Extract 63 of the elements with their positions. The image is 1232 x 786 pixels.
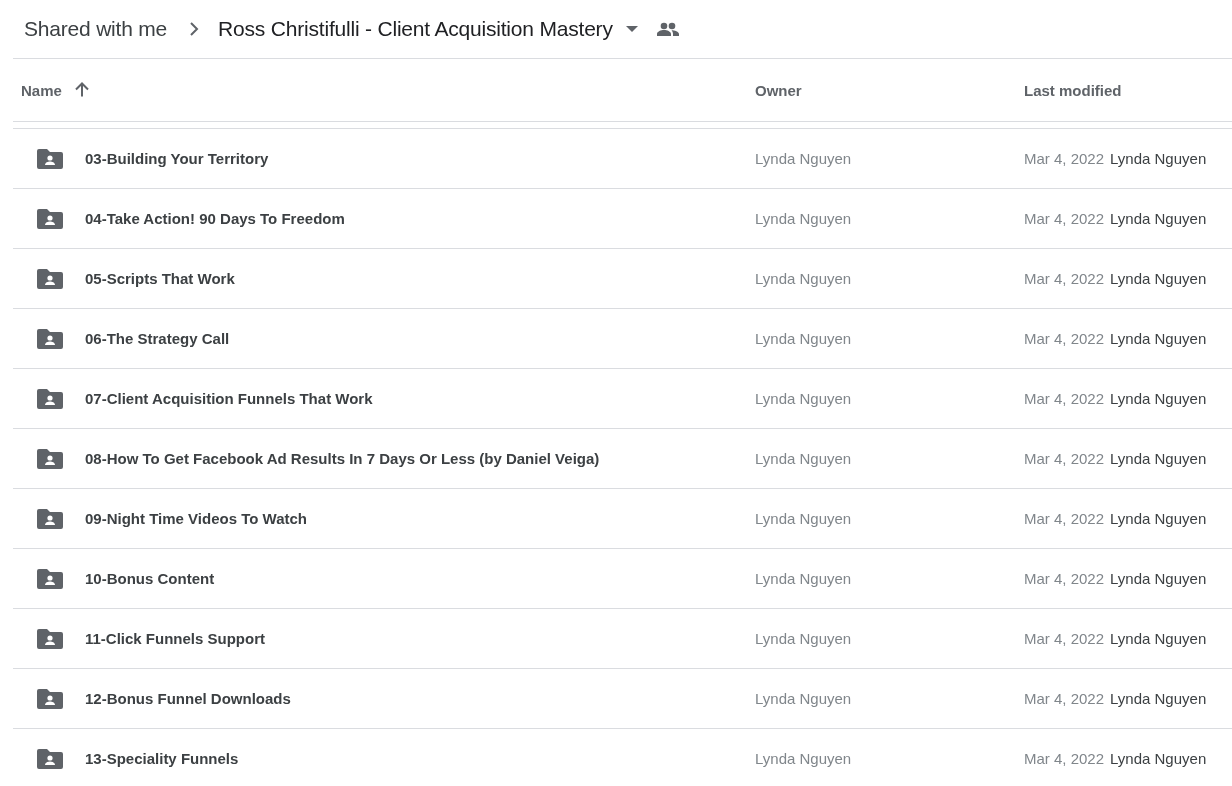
shared-folder-icon: [37, 328, 63, 349]
file-name[interactable]: 08-How To Get Facebook Ad Results In 7 Days Or Less (by Daniel Veiga): [85, 450, 600, 467]
owner-name: Lynda Nguyen: [755, 690, 853, 707]
owner-name: Lynda Nguyen: [755, 330, 853, 347]
modifier-name: Lynda Nguyen: [1110, 390, 1207, 407]
modifier-name: Lynda Nguyen: [1110, 450, 1207, 467]
dropdown-icon[interactable]: [624, 25, 639, 33]
column-header[interactable]: Last modified: [1024, 81, 1122, 99]
modifier-name: Lynda Nguyen: [1110, 570, 1207, 587]
owner-name: Lynda Nguyen: [755, 510, 853, 527]
file-name[interactable]: 09-Night Time Videos To Watch: [85, 510, 307, 527]
owner-name: Lynda Nguyen: [755, 750, 853, 767]
file-name[interactable]: 04-Take Action! 90 Days To Freedom: [85, 210, 345, 227]
column-header[interactable]: Owner: [755, 81, 802, 99]
shared-folder-icon: [37, 628, 63, 649]
modifier-name: Lynda Nguyen: [1110, 690, 1207, 707]
modified-date: Mar 4, 2022: [1024, 630, 1105, 647]
file-name[interactable]: 10-Bonus Content: [85, 570, 215, 587]
modified-date: Mar 4, 2022: [1024, 270, 1105, 287]
file-name[interactable]: 11-Click Funnels Support: [85, 630, 266, 647]
file-name[interactable]: 05-Scripts That Work: [85, 270, 235, 287]
shared-folder-icon: [37, 388, 63, 409]
folder-title[interactable]: Ross Christifulli - Client Acquisition Mastery: [210, 17, 613, 41]
modified-date: Mar 4, 2022: [1024, 450, 1105, 467]
modified-date: Mar 4, 2022: [1024, 750, 1105, 767]
owner-name: Lynda Nguyen: [755, 210, 853, 227]
shared-folder-icon: [37, 148, 63, 169]
owner-name: Lynda Nguyen: [755, 570, 853, 587]
shared-folder-icon: [37, 448, 63, 469]
modifier-name: Lynda Nguyen: [1110, 270, 1207, 287]
shared-folder-icon: [37, 508, 63, 529]
file-name[interactable]: 13-Speciality Funnels: [85, 750, 239, 767]
sort-arrow-up-icon[interactable]: [73, 82, 90, 98]
modifier-name: Lynda Nguyen: [1110, 210, 1207, 227]
modifier-name: Lynda Nguyen: [1110, 330, 1207, 347]
shared-folder-icon: [37, 748, 63, 769]
modified-date: Mar 4, 2022: [1024, 150, 1105, 167]
modifier-name: Lynda Nguyen: [1110, 510, 1207, 527]
file-name[interactable]: 07-Client Acquisition Funnels That Work: [85, 390, 373, 407]
modified-date: Mar 4, 2022: [1024, 330, 1105, 347]
shared-folder-icon: [37, 268, 63, 289]
modified-date: Mar 4, 2022: [1024, 510, 1105, 527]
people-icon[interactable]: [656, 22, 679, 36]
shared-folder-icon: [37, 568, 63, 589]
file-name[interactable]: 03-Building Your Territory: [85, 150, 269, 167]
modified-date: Mar 4, 2022: [1024, 390, 1105, 407]
owner-name: Lynda Nguyen: [755, 630, 853, 647]
modified-date: Mar 4, 2022: [1024, 210, 1105, 227]
file-name[interactable]: 06-The Strategy Call: [85, 330, 230, 347]
owner-name: Lynda Nguyen: [755, 450, 853, 467]
modifier-name: Lynda Nguyen: [1110, 630, 1207, 647]
file-name[interactable]: 12-Bonus Funnel Downloads: [85, 690, 291, 707]
column-header[interactable]: Name: [21, 81, 62, 99]
shared-folder-icon: [37, 688, 63, 709]
modified-date: Mar 4, 2022: [1024, 570, 1105, 587]
modifier-name: Lynda Nguyen: [1110, 750, 1207, 767]
breadcrumb-link[interactable]: Shared with me: [13, 17, 179, 41]
owner-name: Lynda Nguyen: [755, 270, 853, 287]
owner-name: Lynda Nguyen: [755, 150, 853, 167]
shared-folder-icon: [37, 208, 63, 229]
modifier-name: Lynda Nguyen: [1110, 150, 1207, 167]
modified-date: Mar 4, 2022: [1024, 690, 1105, 707]
owner-name: Lynda Nguyen: [755, 390, 853, 407]
